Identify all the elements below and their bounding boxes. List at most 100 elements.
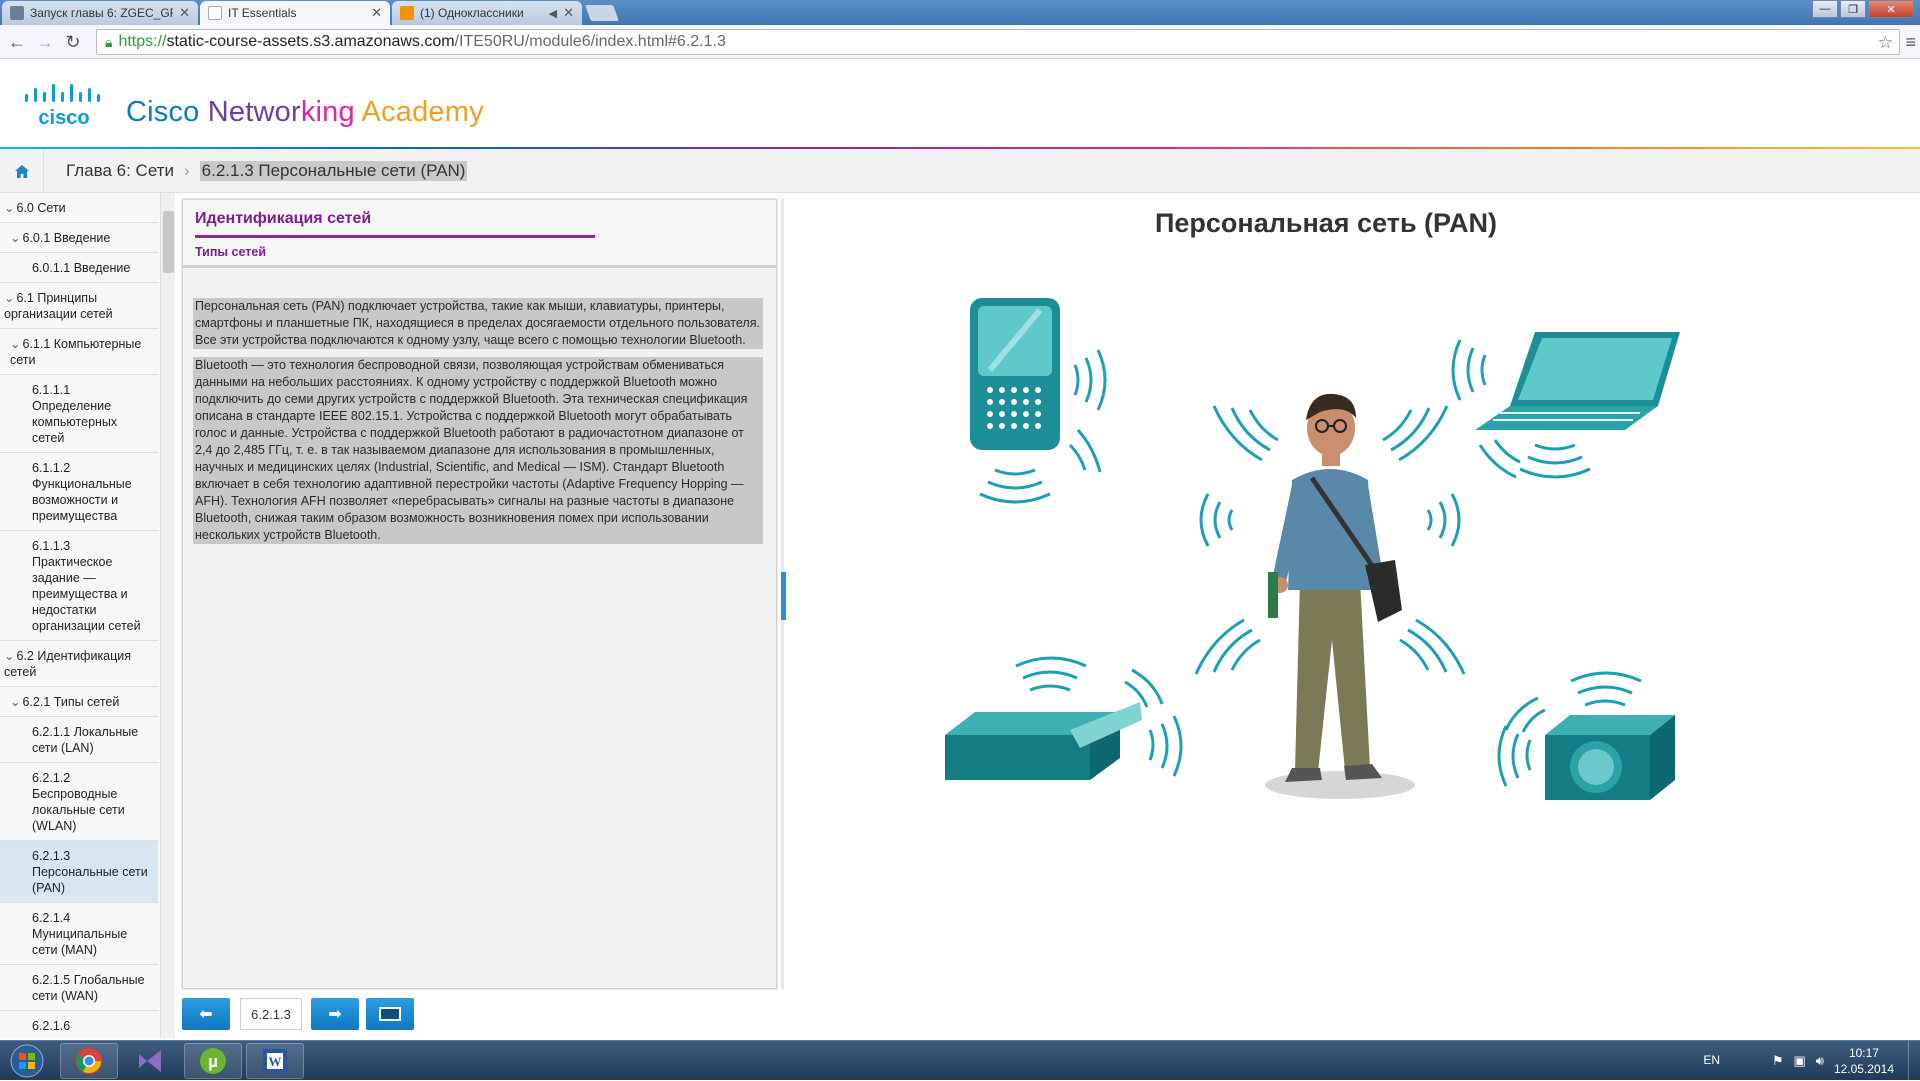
page-number: 6.2.1.3 — [240, 998, 302, 1030]
sidebar-scrollbar[interactable] — [160, 193, 175, 1038]
minimize-icon[interactable]: — — [1812, 0, 1838, 18]
home-icon — [14, 164, 29, 178]
browser-tabbar: Запуск главы 6: ZGEC_GR ✕ IT Essentials … — [0, 0, 1920, 25]
chrome-icon — [76, 1048, 102, 1074]
maximize-icon[interactable]: ❐ — [1840, 0, 1866, 18]
new-tab-button[interactable] — [585, 5, 619, 21]
arrow-left-icon: ⬅ — [199, 1006, 213, 1023]
tab-favicon-icon — [10, 6, 24, 20]
laptop-icon — [1475, 332, 1680, 430]
reload-icon[interactable]: ↻ — [62, 32, 84, 53]
menu-icon[interactable]: ≡ — [1905, 32, 1916, 53]
sidebar-item[interactable]: 6.1.1.1 Определение компьютерных сетей — [0, 375, 158, 453]
flag-icon[interactable]: ⚑ — [1772, 1053, 1784, 1069]
panel-body: Персональная сеть (PAN) подключает устро… — [193, 298, 763, 552]
sidebar-item[interactable]: ⌄ 6.0 Сети — [0, 193, 158, 223]
taskbar-utorrent[interactable]: µ — [184, 1043, 242, 1079]
address-bar[interactable]: 🔒︎ https:// static-course-assets.s3.amaz… — [96, 29, 1900, 55]
show-desktop-button[interactable] — [1908, 1041, 1920, 1081]
taskbar-visual-studio[interactable] — [122, 1043, 180, 1079]
panel-subtitle: Типы сетей — [195, 245, 267, 259]
next-page-button[interactable]: ➡ — [311, 998, 359, 1030]
sidebar-item[interactable]: ⌄ 6.0.1 Введение — [0, 223, 158, 253]
splitter-handle[interactable] — [781, 572, 786, 620]
breadcrumb: Глава 6: Сети › 6.2.1.3 Персональные сет… — [0, 149, 1920, 193]
clock-time: 10:17 — [1848, 1046, 1879, 1060]
start-button[interactable] — [4, 1042, 50, 1080]
chevron-down-icon[interactable]: ⌄ — [10, 337, 20, 351]
sidebar-item[interactable]: 6.2.1.1 Локальные сети (LAN) — [0, 717, 158, 763]
window-close-icon[interactable]: ✕ — [1868, 0, 1914, 18]
sidebar-item-label: 6.1 Принципы организации сетей — [4, 291, 113, 321]
network-icon[interactable]: ▣ — [1794, 1053, 1806, 1069]
windows-taskbar: µ W EN ⚑ ▣ 🔊︎ 10:17 12.05.2014 — [0, 1040, 1920, 1081]
sidebar-item-label: 6.0 Сети — [16, 201, 66, 215]
smartphone-icon — [970, 298, 1060, 450]
sidebar-item[interactable]: ⌄ 6.2 Идентификация сетей — [0, 641, 158, 687]
fullscreen-button[interactable] — [366, 998, 414, 1030]
sidebar-item[interactable]: 6.2.1.5 Глобальные сети (WAN) — [0, 965, 158, 1011]
back-arrow-icon[interactable]: ← — [6, 32, 28, 53]
sidebar-item-label: 6.2.1.1 Локальные сети (LAN) — [32, 725, 139, 755]
sidebar-item[interactable]: 6.1.1.2 Функциональные возможности и пре… — [0, 453, 158, 531]
panel-paragraph-1: Персональная сеть (PAN) подключает устро… — [193, 298, 763, 349]
panel-paragraph-2: Bluetooth — это технология беспроводной … — [193, 357, 763, 544]
sidebar-item[interactable]: ⌄ 6.2.1 Типы сетей — [0, 687, 158, 717]
sidebar-item-label: 6.1.1.3 Практическое задание — преимущес… — [32, 539, 141, 633]
sidebar-item[interactable]: 6.0.1.1 Введение — [0, 253, 158, 283]
close-icon[interactable]: ✕ — [563, 5, 574, 21]
close-icon[interactable]: ✕ — [371, 5, 382, 21]
brand-title[interactable]: Cisco Networking Academy — [126, 96, 484, 129]
url-path: /ITE50RU/module6/index.html#6.2.1.3 — [454, 33, 726, 50]
svg-text:W: W — [269, 1054, 282, 1069]
home-button[interactable] — [0, 149, 44, 193]
taskbar-word[interactable]: W — [246, 1043, 304, 1079]
sidebar-item[interactable]: 6.2.1.3 Персональные сети (PAN) — [0, 841, 158, 903]
breadcrumb-chapter[interactable]: Глава 6: Сети — [66, 161, 174, 181]
close-icon[interactable]: ✕ — [179, 5, 190, 21]
system-tray: EN ⚑ ▣ 🔊︎ 10:17 12.05.2014 — [1680, 1041, 1920, 1081]
language-indicator[interactable]: EN — [1703, 1053, 1720, 1067]
screen-icon — [379, 1007, 401, 1021]
content-panel: Идентификация сетей Типы сетей Персональ… — [182, 199, 777, 989]
sidebar-item[interactable]: 6.2.1.2 Беспроводные локальные сети (WLA… — [0, 763, 158, 841]
pan-illustration — [945, 298, 1680, 800]
sidebar-item[interactable]: ⌄ 6.1 Принципы организации сетей — [0, 283, 158, 329]
sidebar-item-label: 6.1.1.1 Определение компьютерных сетей — [32, 383, 118, 445]
prev-page-button[interactable]: ⬅ — [182, 998, 230, 1030]
lock-icon: 🔒︎ — [105, 33, 113, 50]
svg-text:µ: µ — [208, 1052, 218, 1071]
chevron-down-icon[interactable]: ⌄ — [4, 291, 14, 305]
chevron-down-icon[interactable]: ⌄ — [4, 649, 14, 663]
chevron-down-icon[interactable]: ⌄ — [10, 231, 20, 245]
forward-arrow-icon[interactable]: → — [34, 32, 56, 53]
browser-tab-0[interactable]: Запуск главы 6: ZGEC_GR ✕ — [2, 1, 198, 25]
browser-tab-1[interactable]: IT Essentials ✕ — [200, 1, 390, 25]
arrow-right-icon: ➡ — [328, 1006, 342, 1023]
sidebar-scroll-thumb[interactable] — [163, 211, 174, 273]
panel-title-underline — [195, 235, 595, 238]
printer-icon — [945, 702, 1142, 780]
bookmark-star-icon[interactable]: ☆ — [1878, 33, 1893, 53]
url-host: static-course-assets.s3.amazonaws.com — [166, 33, 455, 50]
volume-icon[interactable]: 🔊︎ — [1816, 1053, 1824, 1069]
sidebar-item-label: 6.2.1.6 — [32, 1019, 71, 1033]
sidebar-item[interactable]: 6.2.1.6 — [0, 1011, 158, 1038]
cisco-logo-icon[interactable]: cisco — [24, 82, 106, 127]
clock[interactable]: 10:17 12.05.2014 — [1834, 1045, 1894, 1077]
chevron-down-icon[interactable]: ⌄ — [10, 695, 20, 709]
taskbar-chrome[interactable] — [60, 1043, 118, 1079]
tab-favicon-icon — [400, 6, 414, 20]
sidebar-item-label: 6.2.1.3 Персональные сети (PAN) — [32, 849, 148, 895]
sidebar-item[interactable]: ⌄ 6.1.1 Компьютерные сети — [0, 329, 158, 375]
sidebar-item[interactable]: 6.2.1.4 Муниципальные сети (MAN) — [0, 903, 158, 965]
chevron-down-icon[interactable]: ⌄ — [4, 201, 14, 215]
sidebar-item-label: 6.1.1 Компьютерные сети — [10, 337, 142, 367]
url-scheme: https:// — [118, 33, 167, 50]
toc-sidebar: ⌄ 6.0 Сети ⌄ 6.0.1 Введение 6.0.1.1 Введение… — [0, 193, 175, 1038]
sidebar-item[interactable]: 6.1.1.3 Практическое задание — преимущес… — [0, 531, 158, 641]
browser-tab-2[interactable]: (1) Одноклассники ◀ ✕ — [392, 1, 582, 25]
clock-date: 12.05.2014 — [1833, 1062, 1894, 1076]
sidebar-item-label: 6.2.1.5 Глобальные сети (WAN) — [32, 973, 145, 1003]
brand-part-3: king — [300, 96, 362, 128]
